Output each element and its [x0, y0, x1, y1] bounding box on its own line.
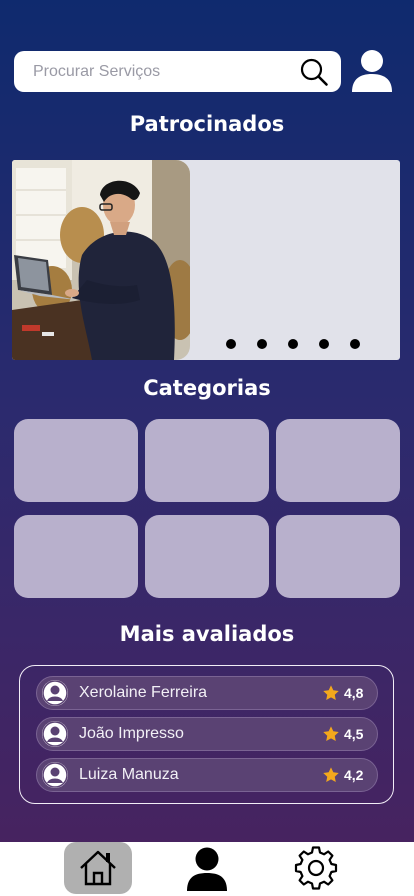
category-tile[interactable]: [14, 419, 138, 502]
provider-name: Xerolaine Ferreira: [79, 684, 208, 701]
carousel-dot[interactable]: [350, 339, 360, 349]
category-tile[interactable]: [145, 515, 269, 598]
list-item[interactable]: Luiza Manuza 4,2: [36, 758, 378, 792]
search-input[interactable]: Procurar Serviços: [33, 63, 160, 81]
list-item[interactable]: Xerolaine Ferreira 4,8: [36, 676, 378, 710]
star-icon: [322, 766, 340, 789]
user-icon: [42, 680, 68, 706]
carousel-dot[interactable]: [226, 339, 236, 349]
nav-settings-button[interactable]: [292, 844, 340, 892]
avatar: [42, 680, 68, 706]
user-icon: [42, 762, 68, 788]
carousel-dot[interactable]: [319, 339, 329, 349]
user-icon: [187, 847, 227, 891]
profile-button[interactable]: [350, 49, 394, 93]
star-icon: [322, 684, 340, 707]
sponsored-carousel[interactable]: [12, 160, 400, 360]
sponsored-image[interactable]: [12, 160, 190, 360]
avatar: [42, 762, 68, 788]
list-item[interactable]: João Impresso 4,5: [36, 717, 378, 751]
carousel-dot[interactable]: [288, 339, 298, 349]
gear-icon: [294, 846, 338, 890]
category-tile[interactable]: [14, 515, 138, 598]
provider-name: João Impresso: [79, 725, 184, 742]
user-icon: [42, 721, 68, 747]
user-icon: [352, 50, 392, 92]
bottom-nav: [0, 842, 414, 896]
nav-home-button[interactable]: [64, 842, 132, 894]
avatar: [42, 721, 68, 747]
carousel-dot[interactable]: [257, 339, 267, 349]
provider-name: Luiza Manuza: [79, 766, 179, 783]
top-rated-title: Mais avaliados: [119, 622, 295, 646]
rating-value: 4,8: [344, 685, 364, 701]
search-icon[interactable]: [299, 57, 329, 92]
rating-value: 4,2: [344, 767, 364, 783]
search-bar[interactable]: Procurar Serviços: [14, 51, 341, 92]
top-rated-list: Xerolaine Ferreira 4,8 João Impresso 4,5: [19, 665, 394, 804]
nav-profile-button[interactable]: [182, 844, 232, 894]
rating-value: 4,5: [344, 726, 364, 742]
star-icon: [322, 725, 340, 748]
sponsored-title: Patrocinados: [129, 112, 285, 136]
home-icon: [80, 850, 116, 886]
category-tile[interactable]: [276, 419, 400, 502]
categories-title: Categorias: [143, 376, 271, 400]
carousel-dots: [226, 339, 360, 349]
category-tile[interactable]: [276, 515, 400, 598]
category-tile[interactable]: [145, 419, 269, 502]
